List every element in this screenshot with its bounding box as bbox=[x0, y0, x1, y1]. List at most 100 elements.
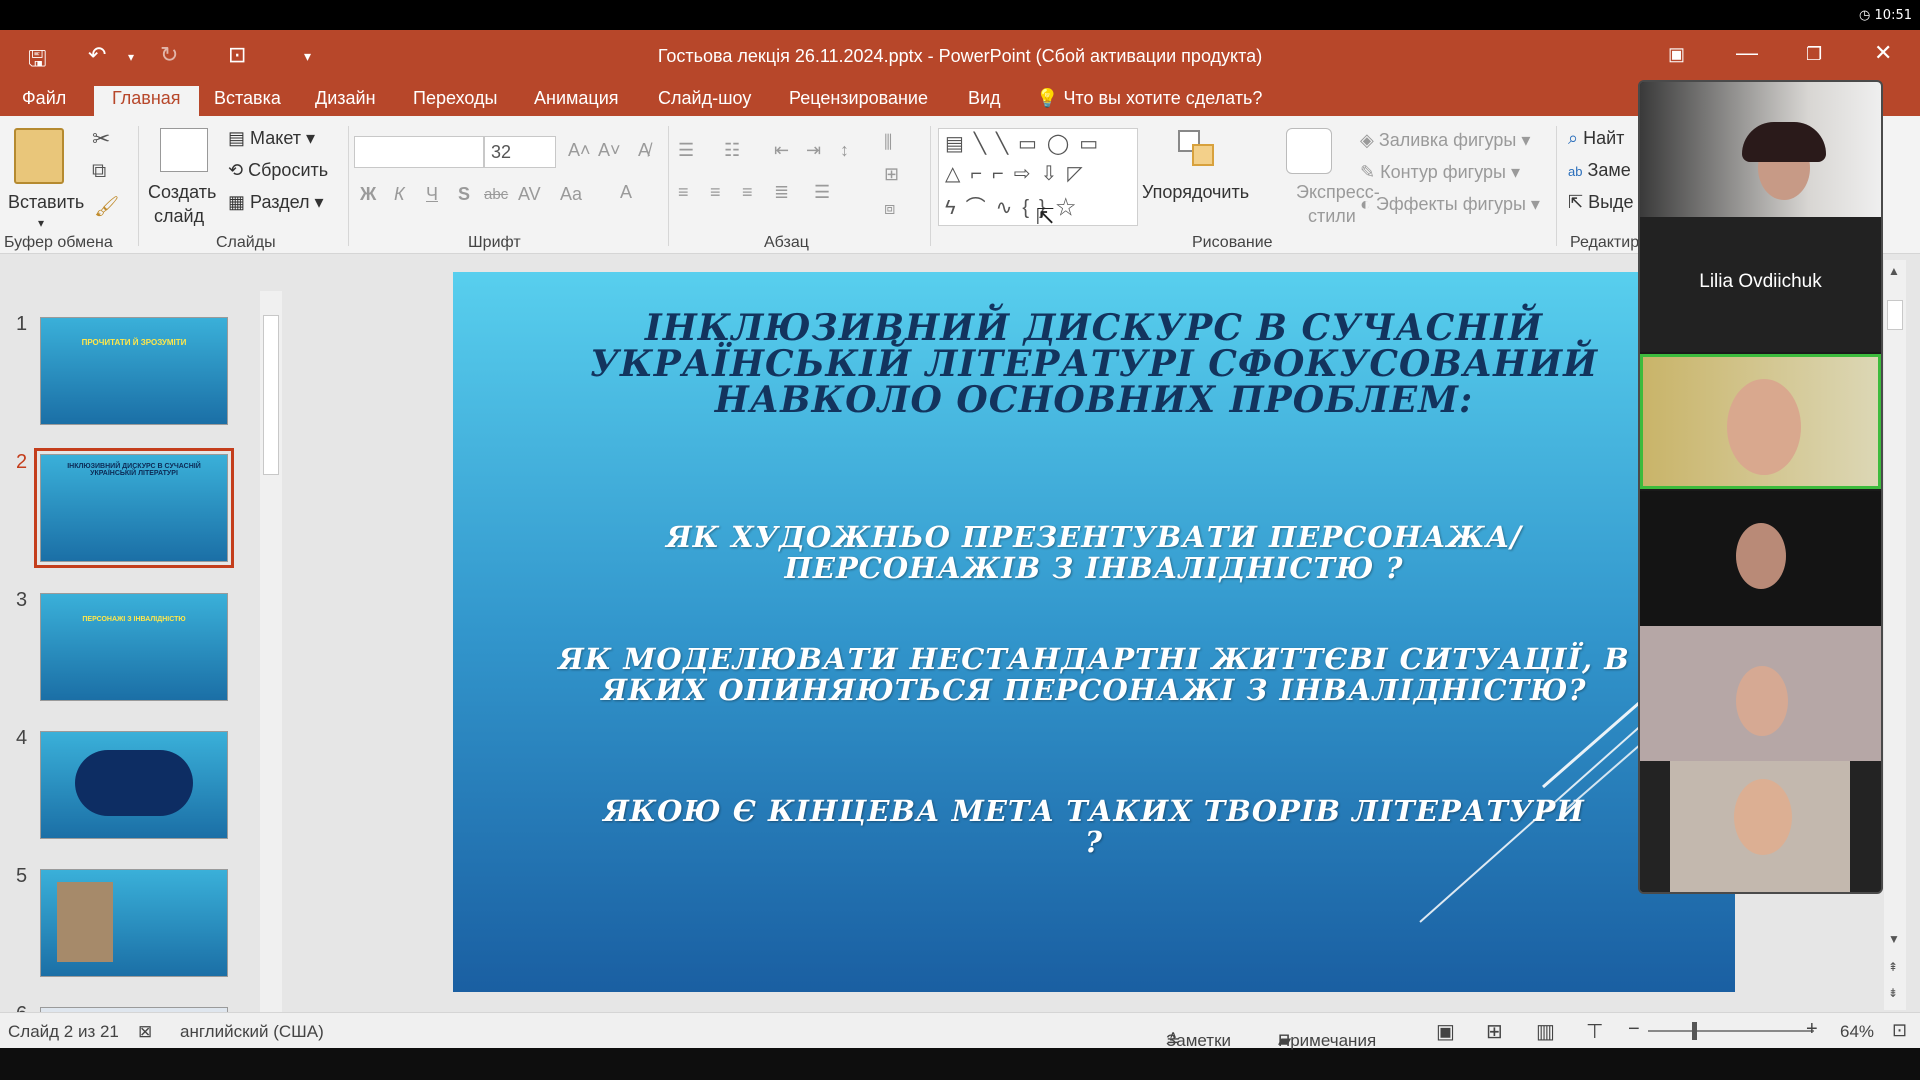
tab-slideshow[interactable]: Слайд-шоу bbox=[658, 88, 751, 109]
copy-icon[interactable]: ⧉ bbox=[92, 160, 106, 183]
increase-indent-icon[interactable]: ⇥ bbox=[806, 140, 821, 161]
shape-outline-button[interactable]: ✎ Контур фигуры ▾ bbox=[1360, 162, 1520, 183]
paste-dropdown-icon[interactable]: ▾ bbox=[38, 216, 44, 230]
cut-icon[interactable]: ✂ bbox=[92, 126, 110, 152]
scroll-thumb[interactable] bbox=[263, 315, 279, 475]
zoom-slider[interactable] bbox=[1648, 1030, 1814, 1032]
minimize-icon[interactable]: — bbox=[1736, 40, 1758, 66]
video-tile-active-speaker[interactable] bbox=[1640, 354, 1881, 489]
scroll-up-icon[interactable]: ▲ bbox=[1888, 264, 1900, 278]
decrease-indent-icon[interactable]: ⇤ bbox=[774, 140, 789, 161]
align-left-icon[interactable]: ≡ bbox=[678, 182, 689, 203]
video-tile[interactable] bbox=[1640, 626, 1881, 761]
tab-view[interactable]: Вид bbox=[968, 88, 1001, 109]
scroll-down-icon[interactable]: ▼ bbox=[1888, 932, 1900, 946]
next-slide-icon[interactable]: ⇟ bbox=[1888, 986, 1898, 1000]
fit-to-window-icon[interactable]: ⊡ bbox=[1892, 1020, 1907, 1041]
slide-thumbnail-4[interactable] bbox=[40, 731, 228, 839]
tab-home[interactable]: Главная bbox=[94, 86, 199, 116]
format-painter-icon[interactable]: 🖌 bbox=[94, 194, 119, 219]
tab-transitions[interactable]: Переходы bbox=[413, 88, 497, 109]
font-color-icon[interactable]: A bbox=[620, 182, 632, 203]
paste-icon[interactable] bbox=[14, 128, 64, 184]
video-tile[interactable] bbox=[1640, 761, 1881, 892]
close-icon[interactable]: ✕ bbox=[1874, 40, 1892, 66]
select-button[interactable]: ⇱ Выде bbox=[1568, 192, 1634, 213]
clear-format-icon[interactable]: A̸ bbox=[638, 140, 650, 161]
tell-me-box[interactable]: 💡 Что вы хотите сделать? bbox=[1036, 88, 1262, 109]
align-center-icon[interactable]: ≡ bbox=[710, 182, 721, 203]
shapes-row-2[interactable]: △⌐⌐⇨⇩◸ bbox=[945, 161, 1093, 186]
new-slide-button[interactable]: Создать bbox=[148, 182, 216, 203]
slide-thumbnail-5[interactable] bbox=[40, 869, 228, 977]
prev-slide-icon[interactable]: ⇞ bbox=[1888, 960, 1898, 974]
scroll-thumb[interactable] bbox=[1887, 300, 1903, 330]
slide-question-2[interactable]: Як моделювати нестандартні життєві ситуа… bbox=[533, 644, 1655, 706]
zoom-out-icon[interactable]: − bbox=[1628, 1018, 1640, 1041]
numbering-icon[interactable]: ☷ bbox=[724, 140, 740, 161]
video-tile[interactable] bbox=[1640, 491, 1881, 626]
slide-question-3[interactable]: Якою є кінцева мета таких творів літерат… bbox=[603, 796, 1585, 858]
video-tile-name[interactable]: Lilia Ovdiichuk bbox=[1640, 217, 1881, 352]
layout-button[interactable]: ▤ Макет ▾ bbox=[228, 128, 315, 149]
bullets-icon[interactable]: ☰ bbox=[678, 140, 694, 161]
new-slide-icon[interactable] bbox=[160, 128, 208, 172]
arrange-icon[interactable] bbox=[1178, 130, 1220, 172]
thumbnail-scrollbar[interactable] bbox=[260, 291, 282, 1039]
shape-fill-button[interactable]: ◈ Заливка фигуры ▾ bbox=[1360, 130, 1530, 151]
ribbon-display-icon[interactable]: ▣ bbox=[1668, 44, 1685, 65]
new-slide-label-2[interactable]: слайд bbox=[154, 206, 204, 227]
slide-thumbnail-2[interactable]: ІНКЛЮЗИВНИЙ ДИСКУРС В СУЧАСНІЙ УКРАЇНСЬК… bbox=[34, 448, 234, 568]
underline-icon[interactable]: Ч bbox=[426, 184, 438, 205]
increase-font-icon[interactable]: A˄ bbox=[568, 140, 591, 161]
shape-effects-button[interactable]: ◐ Эффекты фигуры ▾ bbox=[1360, 194, 1540, 215]
slide-thumbnail-3[interactable]: ПЕРСОНАЖІ З ІНВАЛІДНІСТЮ bbox=[40, 593, 228, 701]
columns-icon[interactable]: ☰ bbox=[814, 182, 830, 203]
quick-styles-icon[interactable] bbox=[1286, 128, 1332, 174]
zoom-slider-thumb[interactable] bbox=[1692, 1022, 1697, 1040]
char-spacing-icon[interactable]: AV bbox=[518, 184, 541, 205]
strikethrough-icon[interactable]: abc bbox=[484, 186, 508, 203]
zoom-in-icon[interactable]: + bbox=[1806, 1018, 1818, 1041]
reading-view-icon[interactable]: ▥ bbox=[1536, 1019, 1555, 1044]
spellcheck-icon[interactable]: ⊠ bbox=[138, 1022, 152, 1042]
tab-file[interactable]: Файл bbox=[22, 88, 66, 109]
language-indicator[interactable]: английский (США) bbox=[180, 1022, 324, 1042]
shadow-icon[interactable]: S bbox=[458, 184, 470, 205]
tab-design[interactable]: Дизайн bbox=[315, 88, 376, 109]
tab-review[interactable]: Рецензирование bbox=[789, 88, 928, 109]
text-direction-icon[interactable]: ⫼ bbox=[884, 132, 892, 153]
quick-styles-label-2[interactable]: стили bbox=[1308, 206, 1356, 227]
shapes-row-1[interactable]: ▤╲╲▭◯▭ bbox=[945, 131, 1108, 156]
font-size-input[interactable]: 32 bbox=[484, 136, 556, 168]
justify-icon[interactable]: ≣ bbox=[774, 182, 789, 203]
align-right-icon[interactable]: ≡ bbox=[742, 182, 753, 203]
slide-canvas[interactable]: Інклюзивний дискурс в сучасній українськ… bbox=[453, 272, 1735, 992]
tab-animation[interactable]: Анимация bbox=[534, 88, 619, 109]
shapes-row-3[interactable]: ϟ⌒∿{}☆ bbox=[945, 191, 1086, 220]
font-name-input[interactable] bbox=[354, 136, 484, 168]
italic-icon[interactable]: К bbox=[394, 184, 405, 205]
bold-icon[interactable]: Ж bbox=[360, 184, 376, 205]
find-button[interactable]: ⌕ Найт bbox=[1568, 128, 1624, 149]
align-text-icon[interactable]: ⊞ bbox=[884, 164, 899, 185]
editor-scrollbar[interactable]: ▲ ▼ ⇞ ⇟ bbox=[1884, 260, 1906, 1010]
zoom-level[interactable]: 64% bbox=[1840, 1022, 1874, 1042]
reset-button[interactable]: ⟲ Сбросить bbox=[228, 160, 328, 181]
arrange-button[interactable]: Упорядочить bbox=[1142, 182, 1249, 203]
smartart-icon[interactable]: ⧈ bbox=[884, 198, 895, 219]
slide-title[interactable]: Інклюзивний дискурс в сучасній українськ… bbox=[493, 310, 1695, 418]
replace-button[interactable]: ab Заме bbox=[1568, 160, 1631, 181]
paste-button[interactable]: Вставить bbox=[8, 192, 84, 213]
section-button[interactable]: ▦ Раздел ▾ bbox=[228, 192, 324, 213]
slideshow-view-icon[interactable]: ⊤ bbox=[1586, 1019, 1603, 1044]
decrease-font-icon[interactable]: A˅ bbox=[598, 140, 621, 161]
slide-question-1[interactable]: Як художньо презентувати персонажа/персо… bbox=[543, 522, 1645, 584]
line-spacing-icon[interactable]: ↕ bbox=[840, 140, 849, 161]
slide-sorter-icon[interactable]: ⊞ bbox=[1486, 1019, 1503, 1044]
restore-icon[interactable]: ❐ bbox=[1806, 44, 1822, 65]
normal-view-icon[interactable]: ▣ bbox=[1436, 1019, 1455, 1044]
change-case-icon[interactable]: Aa bbox=[560, 184, 582, 205]
slide-thumbnail-1[interactable]: ПРОЧИТАТИ Й ЗРОЗУМІТИ bbox=[40, 317, 228, 425]
video-tile[interactable] bbox=[1640, 82, 1881, 217]
